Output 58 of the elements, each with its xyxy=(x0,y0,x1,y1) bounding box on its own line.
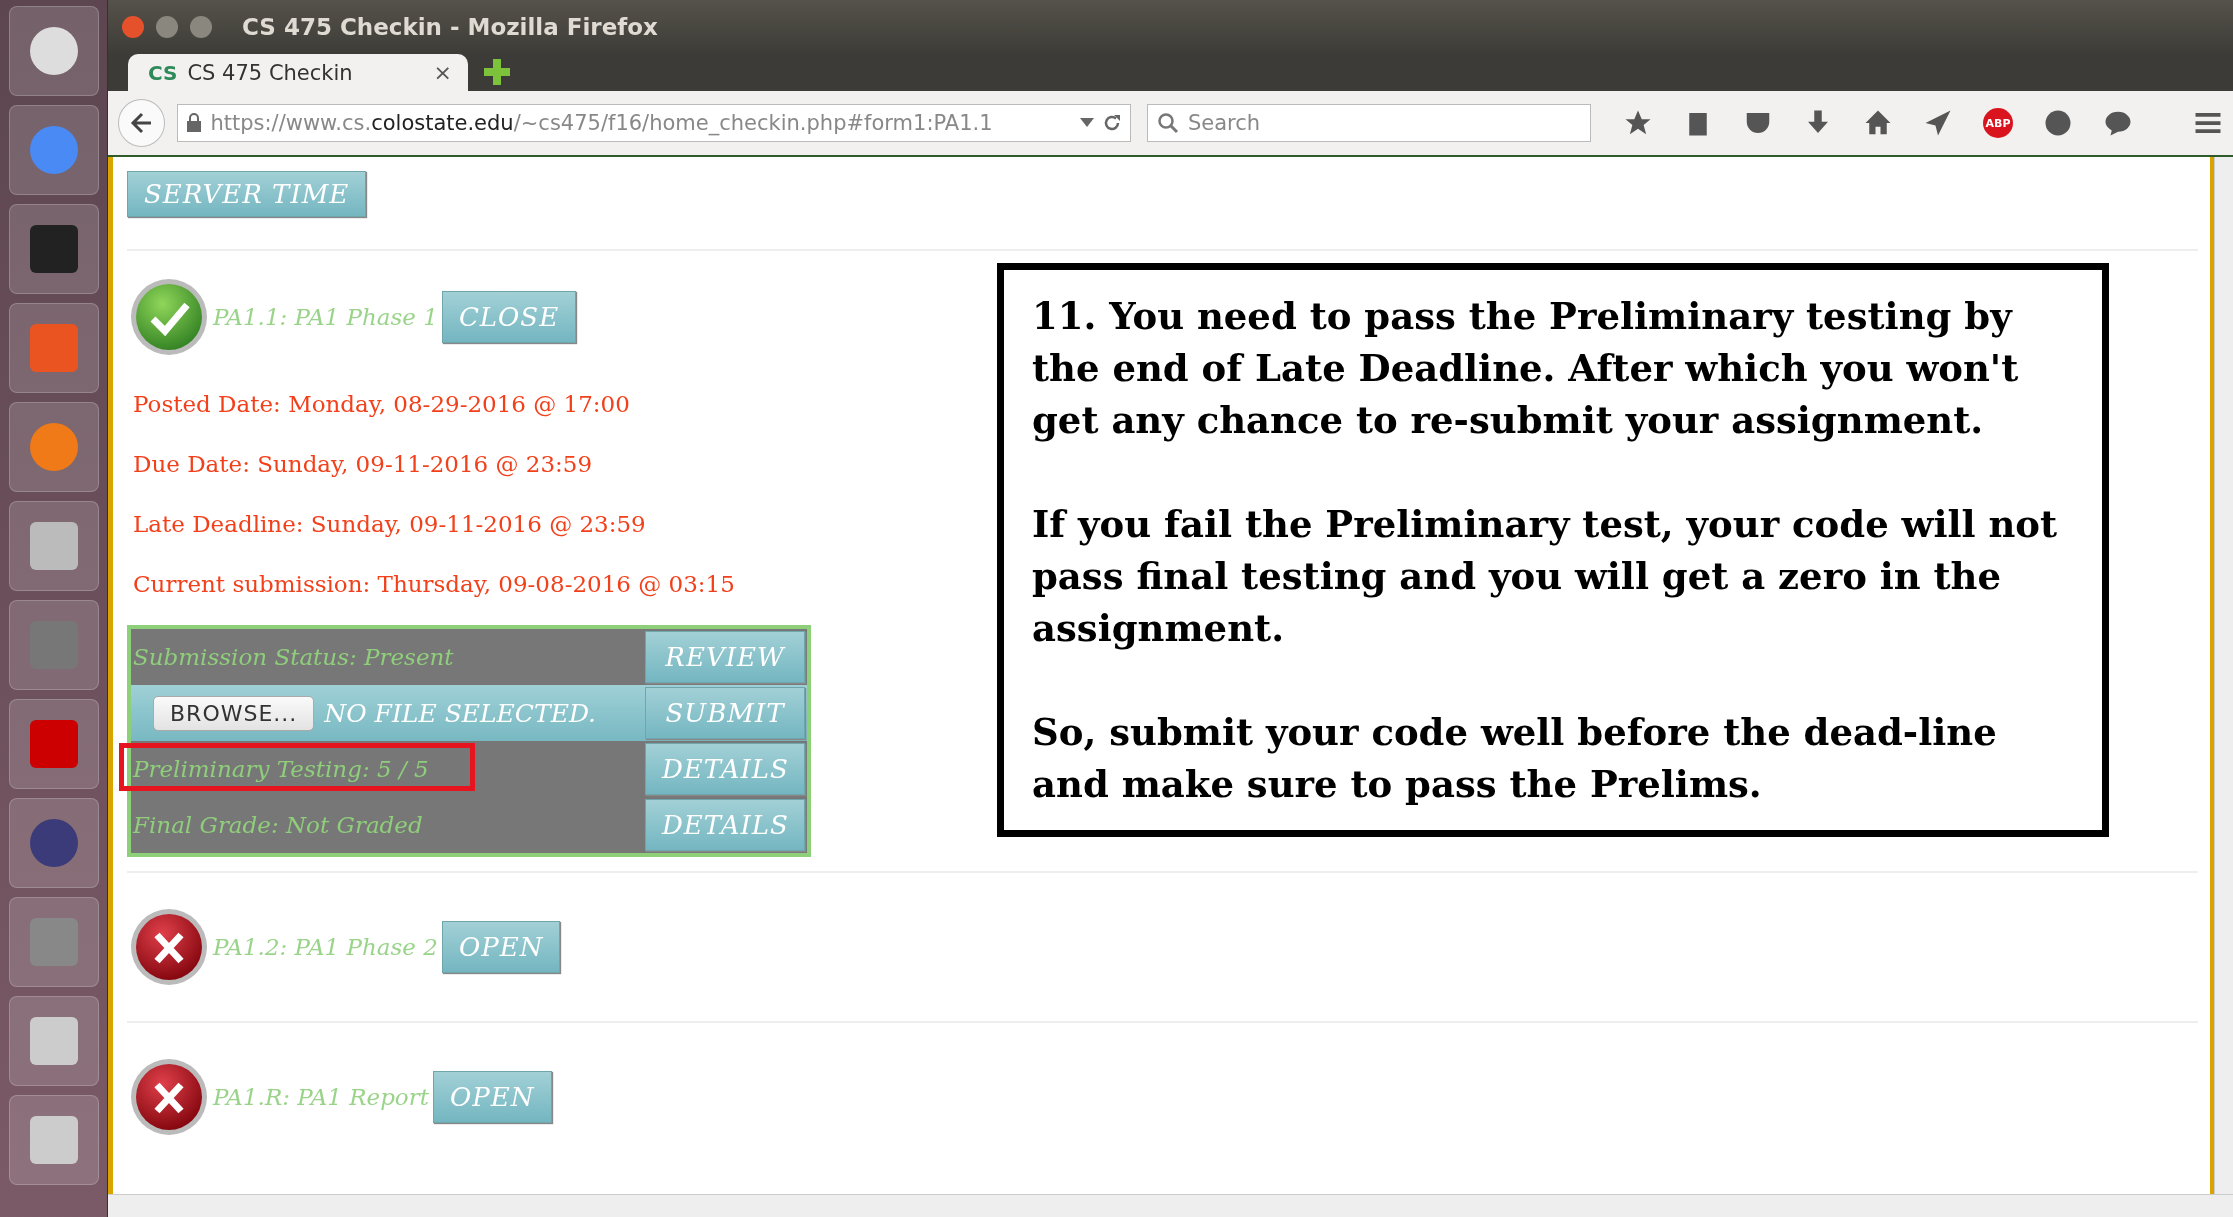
minimize-icon[interactable] xyxy=(156,16,178,38)
address-bar[interactable]: https://www.cs.colostate.edu/~cs475/f16/home_checkin.php#form1:PA1.1 xyxy=(177,104,1131,142)
close-icon[interactable]: × xyxy=(433,60,452,85)
date-text: Posted Date: Monday, 08-29-2016 @ 17:00 xyxy=(132,391,631,417)
notice-text: If you fail the Preliminary test, your code will not pass final testing and you will get a zero in the assignment. xyxy=(1032,501,2059,652)
launcher-tile[interactable] xyxy=(8,1095,99,1185)
status-text: Preliminary Testing: 5 / 5 xyxy=(133,756,429,782)
assignment-title: PA1.R: PA1 Report xyxy=(213,1084,429,1110)
details-button[interactable]: DETAILS xyxy=(645,799,805,851)
lock-icon xyxy=(186,113,203,133)
launcher-tile[interactable] xyxy=(8,402,99,492)
browse-button[interactable]: BROWSE... xyxy=(153,695,315,731)
launcher-tile[interactable] xyxy=(8,303,99,393)
date-text: Due Date: Sunday, 09-11-2016 @ 23:59 xyxy=(132,451,594,477)
file-label: NO FILE SELECTED. xyxy=(324,698,596,728)
close-icon[interactable] xyxy=(122,16,144,38)
vertical-scrollbar[interactable] xyxy=(2214,157,2233,1194)
assignment-title: PA1.2: PA1 Phase 2 xyxy=(213,934,438,960)
reload-icon[interactable] xyxy=(1102,113,1122,133)
window-title: CS 475 Checkin - Mozilla Firefox xyxy=(242,14,658,40)
details-button[interactable]: REVIEW xyxy=(645,631,805,683)
details-button[interactable]: DETAILS xyxy=(645,743,805,795)
launcher-tile[interactable] xyxy=(8,501,99,591)
dropdown-icon[interactable] xyxy=(1080,118,1094,128)
launcher-tile[interactable] xyxy=(8,6,99,96)
launcher-tile[interactable] xyxy=(8,798,99,888)
launcher-tile[interactable] xyxy=(8,699,99,789)
browser-tab[interactable]: CS CS 475 Checkin × xyxy=(128,54,468,91)
toggle-button[interactable]: OPEN xyxy=(432,1071,552,1123)
check-icon xyxy=(129,277,209,357)
launcher-tile[interactable] xyxy=(8,600,99,690)
horizontal-scrollbar[interactable] xyxy=(108,1194,2233,1217)
status-text: Final Grade: Not Graded xyxy=(133,812,423,838)
toggle-button[interactable]: CLOSE xyxy=(441,291,577,343)
favicon: CS xyxy=(148,60,178,85)
launcher-tile[interactable] xyxy=(8,105,99,195)
server-time-button[interactable]: SERVER TIME xyxy=(127,171,367,217)
notice-text: 11. You need to pass the Preliminary testing by the end of Late Deadline. After which you won't get any chance to re-submit your assignment. xyxy=(1032,293,2020,444)
search-field[interactable]: Search xyxy=(1147,104,1591,142)
maximize-icon[interactable] xyxy=(190,16,212,38)
assignment-title: PA1.1: PA1 Phase 1 xyxy=(213,304,438,330)
tab-title: CS 475 Checkin xyxy=(187,60,354,85)
plus-icon[interactable] xyxy=(484,59,510,85)
launcher-tile[interactable] xyxy=(8,897,99,987)
cross-icon xyxy=(129,907,209,987)
notice-text: So, submit your code well before the dead-line and make sure to pass the Prelims. xyxy=(1032,709,1998,808)
toggle-button[interactable]: OPEN xyxy=(441,921,561,973)
back-arrow-icon xyxy=(129,111,154,135)
launcher-tile[interactable] xyxy=(8,996,99,1086)
submit-button[interactable]: SUBMIT xyxy=(645,687,805,739)
date-text: Late Deadline: Sunday, 09-11-2016 @ 23:59 xyxy=(132,511,647,537)
launcher-tile[interactable] xyxy=(8,204,99,294)
back-button[interactable] xyxy=(118,99,166,147)
cross-icon xyxy=(129,1057,209,1137)
status-text: Submission Status: Present xyxy=(133,644,454,670)
date-text: Current submission: Thursday, 09-08-2016 @ 03:15 xyxy=(132,571,736,597)
search-icon xyxy=(1157,112,1179,134)
adblock-icon[interactable]: ABP xyxy=(1983,108,2013,138)
